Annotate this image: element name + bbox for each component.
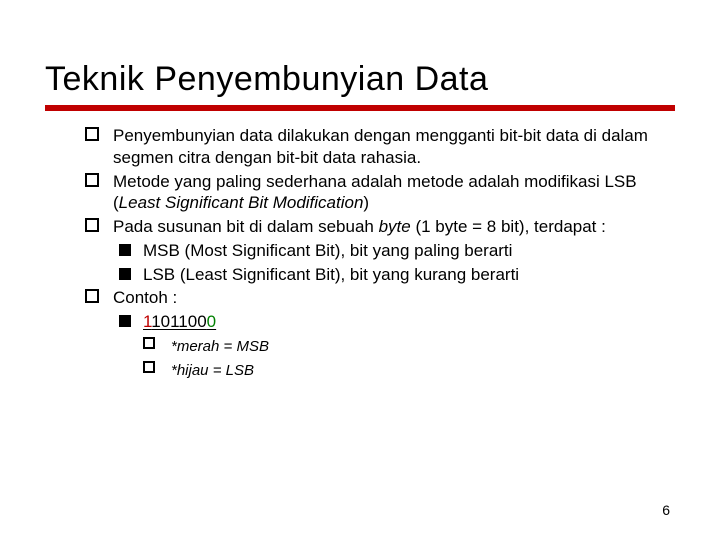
title-underline (45, 105, 675, 111)
bullet-3-sub-1: MSB (Most Significant Bit), bit yang pal… (113, 240, 675, 262)
page-number: 6 (662, 502, 670, 518)
bullet-3: Pada susunan bit di dalam sebuah byte (1… (79, 216, 675, 238)
bullet-2: Metode yang paling sederhana adalah meto… (79, 171, 675, 215)
bullet-4-note-2: *hijau = LSB (143, 359, 675, 381)
bullet-4: Contoh : (79, 287, 675, 309)
bullet-3-sub-2: LSB (Least Significant Bit), bit yang ku… (113, 264, 675, 286)
slide-content: Penyembunyian data dilakukan dengan meng… (45, 125, 675, 380)
bullet-text: LSB (Least Significant Bit), bit yang ku… (143, 265, 519, 284)
bullet-text: Pada susunan bit di dalam sebuah byte (1… (113, 217, 606, 236)
square-open-icon (143, 361, 155, 373)
square-solid-icon (119, 244, 131, 256)
square-solid-icon (119, 268, 131, 280)
slide-title: Teknik Penyembunyian Data (45, 60, 675, 99)
bullet-text: Contoh : (113, 288, 177, 307)
slide: Teknik Penyembunyian Data Penyembunyian … (0, 0, 720, 540)
bullet-text: Metode yang paling sederhana adalah meto… (113, 172, 637, 213)
square-open-icon (85, 127, 99, 141)
bullet-4-sub-1: 11011000 (113, 311, 675, 333)
mid-bits: 101100 (151, 312, 206, 331)
bullet-text: MSB (Most Significant Bit), bit yang pal… (143, 241, 512, 260)
bullet-text: Penyembunyian data dilakukan dengan meng… (113, 126, 648, 167)
note-text: *merah = MSB (171, 338, 269, 355)
bullet-4-note-1: *merah = MSB (143, 335, 675, 357)
square-solid-icon (119, 315, 131, 327)
bullet-1: Penyembunyian data dilakukan dengan meng… (79, 125, 675, 169)
square-open-icon (85, 173, 99, 187)
bit-string: 11011000 (143, 312, 216, 331)
square-open-icon (85, 218, 99, 232)
msb-bit: 1 (143, 312, 151, 331)
note-text: *hijau = LSB (171, 362, 254, 379)
square-open-icon (85, 289, 99, 303)
square-open-icon (143, 337, 155, 349)
lsb-bit: 0 (207, 312, 216, 331)
